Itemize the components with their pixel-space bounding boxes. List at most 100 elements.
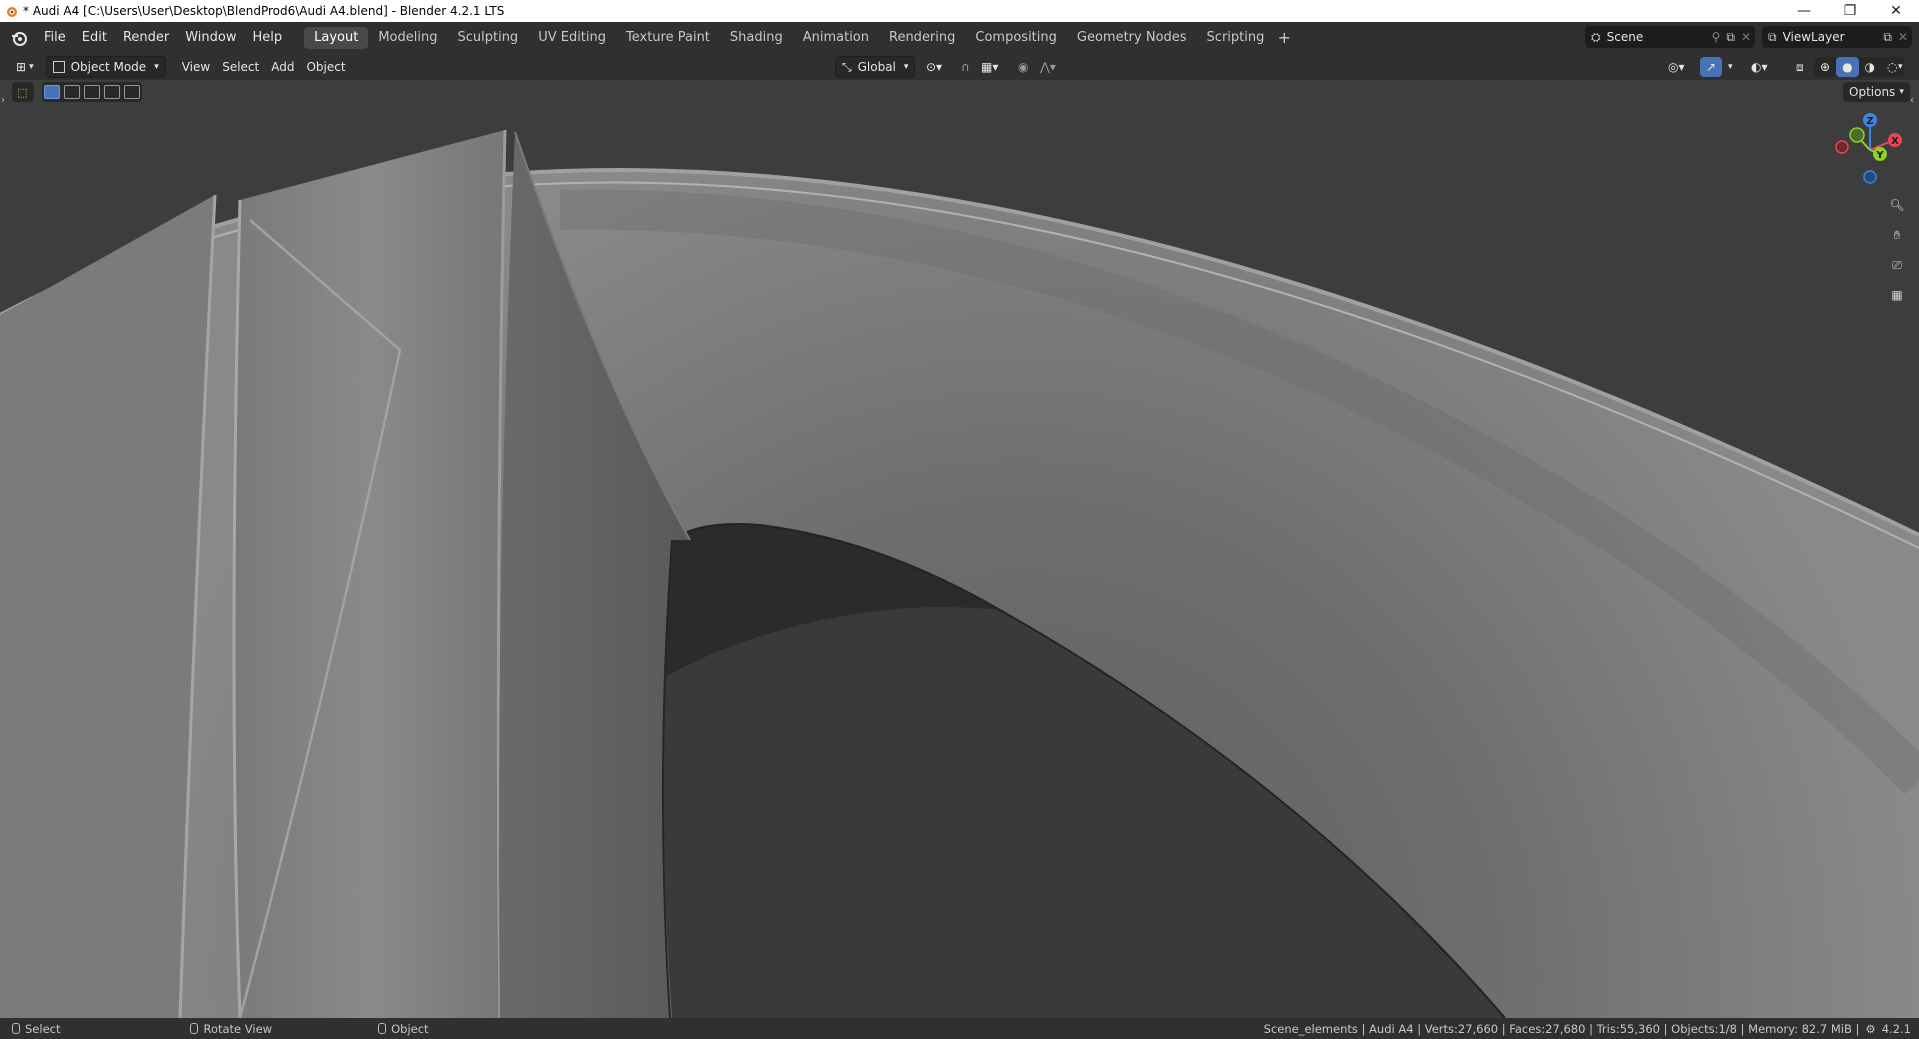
mode-dropdown[interactable]: Object Mode ▾ [45, 56, 166, 78]
tab-modeling[interactable]: Modeling [368, 27, 447, 49]
chevron-down-icon: ▾ [903, 62, 909, 72]
neg-y-axis-handle[interactable] [1849, 127, 1865, 143]
status-select-hint: Select [12, 1022, 60, 1036]
falloff-button[interactable]: ⋀▾ [1034, 57, 1062, 77]
tab-texture-paint[interactable]: Texture Paint [616, 27, 720, 49]
wireframe-shading-button[interactable]: ⊕ [1814, 57, 1836, 77]
editor-type-icon: ⊞ [16, 60, 27, 74]
menu-help[interactable]: Help [245, 27, 291, 49]
tab-shading[interactable]: Shading [720, 27, 793, 49]
snap-toggle-button[interactable]: ∩ [955, 57, 976, 77]
pin-icon[interactable]: ⚲ [1712, 30, 1721, 44]
status-object-label: Object [391, 1021, 429, 1036]
window-title-bar: * Audi A4 [C:\Users\User\Desktop\BlendPr… [0, 0, 1919, 22]
tab-geometry-nodes[interactable]: Geometry Nodes [1067, 27, 1197, 49]
solid-shading-button[interactable]: ● [1836, 57, 1859, 77]
tab-scripting[interactable]: Scripting [1197, 27, 1275, 49]
chevron-down-icon: ▾ [1728, 62, 1733, 72]
visibility-button[interactable]: ◎▾ [1662, 57, 1691, 77]
orientation-dropdown[interactable]: ⤡ Global ▾ [835, 56, 916, 78]
camera-icon: ⎚ [1892, 257, 1902, 272]
neg-x-axis-handle[interactable] [1835, 140, 1849, 154]
new-scene-icon[interactable]: ⧉ [1726, 30, 1735, 45]
navigation-gizmo[interactable]: Z X Y [1830, 110, 1910, 190]
header-menu-view[interactable]: View [176, 57, 216, 77]
select-intersect-mode-icon[interactable] [124, 85, 140, 99]
status-rotate-label: Rotate View [203, 1021, 273, 1036]
delete-scene-icon[interactable]: ✕ [1741, 30, 1751, 44]
select-new-mode-icon[interactable] [44, 85, 60, 99]
view-layer-icon: ⧉ [1768, 29, 1777, 44]
scene-selector[interactable]: ⛭ Scene ⚲ ⧉ ✕ [1585, 26, 1755, 48]
gizmo-toggle-button[interactable]: ↗ [1700, 57, 1723, 77]
grid-snap-icon: ▦▾ [981, 60, 999, 74]
mouse-middle-icon [190, 1023, 199, 1034]
material-shading-button[interactable]: ◑ [1859, 57, 1881, 77]
eye-icon: ◎▾ [1668, 60, 1685, 74]
menu-file[interactable]: File [36, 27, 74, 49]
new-view-layer-icon[interactable]: ⧉ [1883, 30, 1892, 45]
shading-dropdown[interactable]: ▾ [1892, 57, 1909, 77]
object-mode-icon [52, 61, 65, 73]
minimize-button[interactable]: — [1781, 0, 1827, 22]
tab-rendering[interactable]: Rendering [879, 27, 965, 49]
menu-render[interactable]: Render [115, 27, 177, 49]
perspective-toggle-button[interactable]: ▦ [1885, 283, 1909, 307]
3d-viewport[interactable]: ⬚ › ‹ Options ▾ Z X Y 🔍︎ ✋︎ ⎚ ▦ [0, 80, 1919, 1018]
select-invert-mode-icon[interactable] [104, 85, 120, 99]
proportional-icon: ◉ [1018, 60, 1029, 74]
delete-view-layer-icon[interactable]: ✕ [1898, 30, 1908, 44]
x-axis-label: X [1891, 136, 1899, 147]
tab-uv-editing[interactable]: UV Editing [528, 27, 616, 49]
shading-modes: ⊕ ● ◑ ◌ [1814, 57, 1904, 77]
y-axis-label: Y [1875, 150, 1884, 161]
select-subtract-mode-icon[interactable] [84, 85, 100, 99]
editor-type-button[interactable]: ⊞ ▾ [10, 57, 40, 77]
restore-button[interactable]: ❐ [1827, 0, 1873, 22]
overlay-button[interactable]: ◐▾ [1745, 57, 1774, 77]
pivot-point-button[interactable]: ⊙▾ [920, 57, 948, 77]
orientation-label: Global [857, 60, 896, 74]
menu-window[interactable]: Window [177, 27, 244, 49]
tab-compositing[interactable]: Compositing [965, 27, 1067, 49]
status-info: Scene_elements | Audi A4 | Verts:27,660 … [1264, 1022, 1911, 1036]
grid-perspective-icon: ▦ [1891, 288, 1903, 302]
status-select-label: Select [25, 1021, 61, 1036]
gizmo-dropdown[interactable]: ▾ [1722, 57, 1739, 77]
add-workspace-button[interactable]: + [1274, 27, 1294, 49]
toolbar-toggle-icon[interactable]: › [1, 95, 5, 106]
options-dropdown[interactable]: Options ▾ [1843, 82, 1910, 102]
view-layer-selector[interactable]: ⧉ ViewLayer ⧉ ✕ [1762, 26, 1912, 48]
header-menu-select[interactable]: Select [216, 57, 265, 77]
pan-button[interactable]: ✋︎ [1885, 223, 1909, 247]
tab-sculpting[interactable]: Sculpting [447, 27, 528, 49]
zoom-button[interactable]: 🔍︎ [1885, 193, 1909, 217]
camera-view-button[interactable]: ⎚ [1885, 253, 1909, 277]
hand-icon: ✋︎ [1893, 227, 1901, 242]
close-button[interactable]: ✕ [1873, 0, 1919, 22]
active-tool-button[interactable]: ⬚ [12, 82, 34, 102]
sidebar-toggle-icon[interactable]: ‹ [1910, 95, 1914, 106]
blender-logo-icon[interactable] [8, 27, 30, 49]
proportional-edit-button[interactable]: ◉ [1012, 57, 1034, 77]
header-menu-object[interactable]: Object [300, 57, 351, 77]
status-bar: Select Rotate View Object Scene_elements… [0, 1018, 1919, 1039]
neg-z-axis-handle[interactable] [1863, 170, 1877, 184]
snap-target-button[interactable]: ▦▾ [975, 57, 1004, 77]
select-extend-mode-icon[interactable] [64, 85, 80, 99]
wireframe-icon: ⊕ [1820, 60, 1831, 74]
status-object-hint: Object [378, 1021, 429, 1036]
header-menu-add[interactable]: Add [265, 57, 300, 77]
menu-edit[interactable]: Edit [74, 27, 115, 49]
chevron-down-icon: ▾ [1899, 87, 1904, 97]
overlay-icon: ◐▾ [1751, 60, 1768, 74]
options-label: Options [1849, 85, 1896, 99]
version-label: 4.2.1 [1881, 1021, 1911, 1036]
material-sphere-icon: ◑ [1864, 60, 1876, 74]
tab-layout[interactable]: Layout [304, 27, 369, 49]
tab-animation[interactable]: Animation [793, 27, 879, 49]
mode-label: Object Mode [70, 60, 147, 74]
scene-icon: ⛭ [1591, 29, 1601, 44]
xray-button[interactable]: ⧈ [1790, 57, 1810, 77]
scene-statistics: Scene_elements | Audi A4 | Verts:27,660 … [1263, 1021, 1860, 1036]
